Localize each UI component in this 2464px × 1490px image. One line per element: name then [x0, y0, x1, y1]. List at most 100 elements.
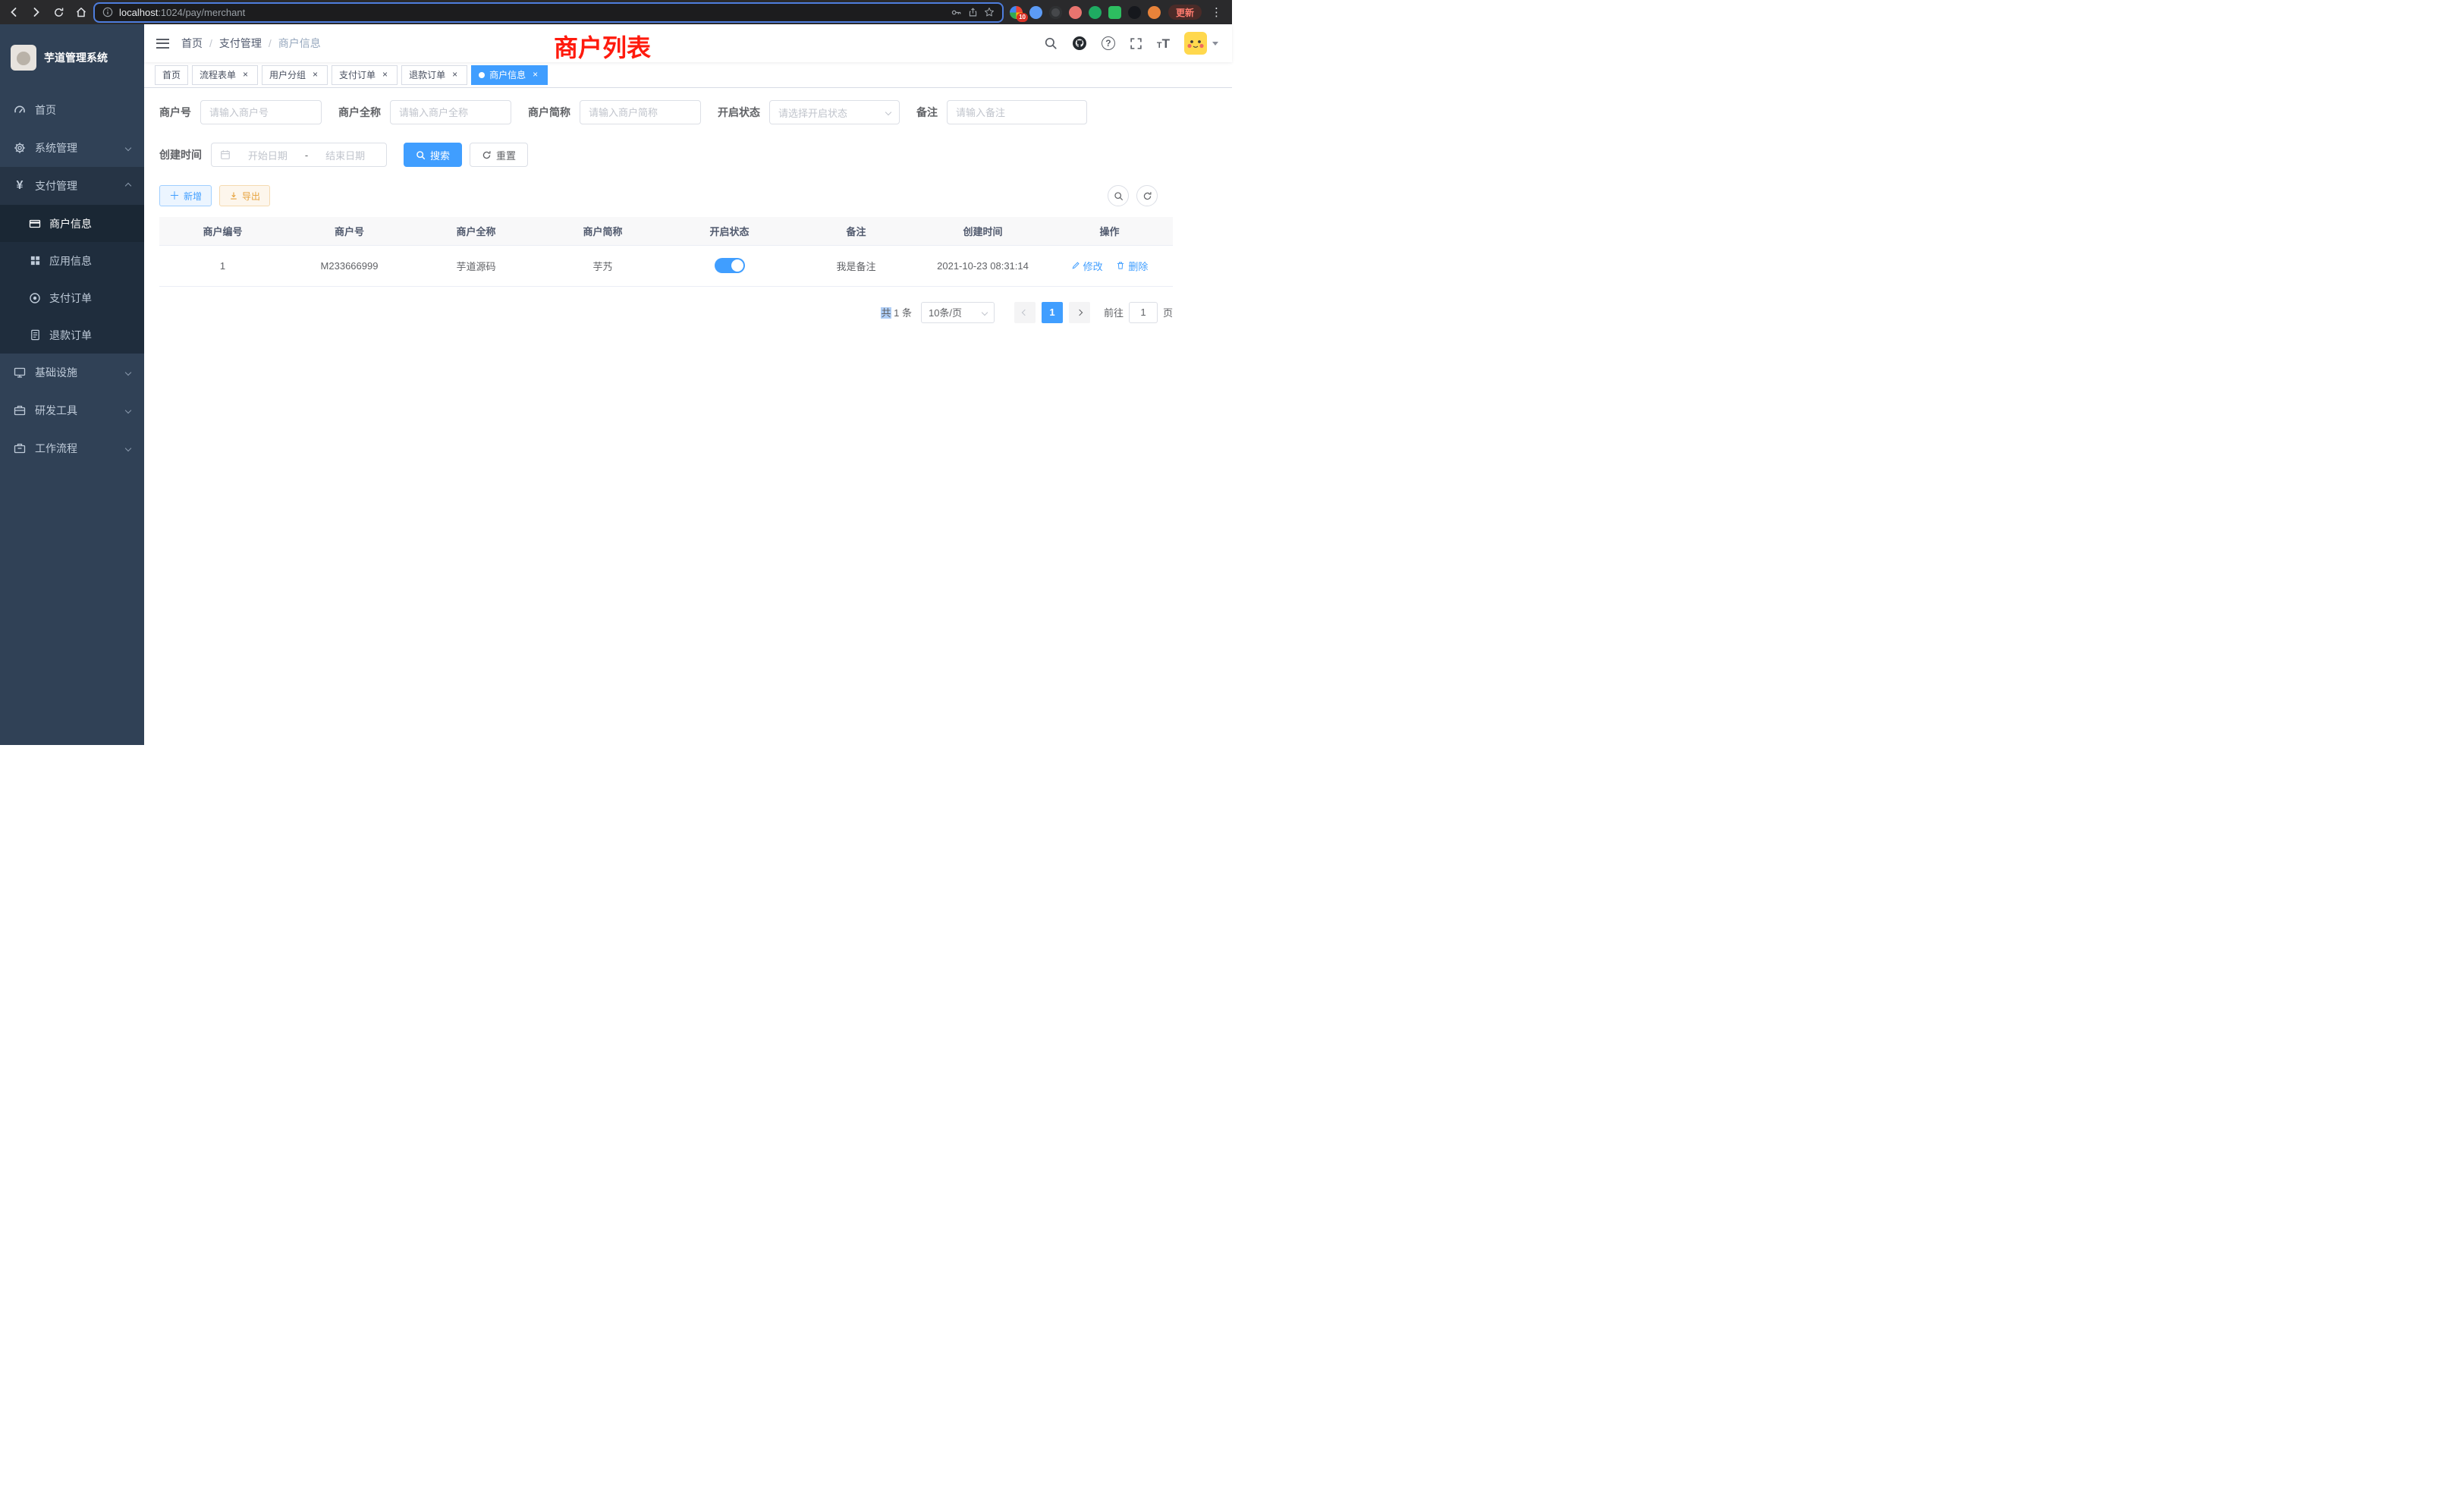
extension-icon[interactable]: [1069, 6, 1082, 19]
close-icon[interactable]: [310, 70, 320, 80]
sidebar-item-payment[interactable]: ¥ 支付管理: [0, 167, 144, 205]
breadcrumb-home[interactable]: 首页: [181, 36, 203, 51]
tab-merchant-info[interactable]: 商户信息: [471, 65, 548, 85]
page-size-select[interactable]: 10条/页: [921, 302, 995, 323]
github-icon[interactable]: [1072, 36, 1087, 51]
sidebar-item-label: 系统管理: [35, 140, 77, 156]
remark-field: [947, 100, 1087, 124]
extension-icon[interactable]: [1108, 6, 1121, 19]
close-icon[interactable]: [450, 70, 460, 80]
font-size-icon[interactable]: TT: [1157, 37, 1170, 50]
tab-home[interactable]: 首页: [155, 65, 188, 85]
site-info-icon[interactable]: [102, 7, 113, 17]
search-button[interactable]: 搜索: [404, 143, 462, 167]
status-toggle[interactable]: [715, 258, 745, 273]
extension-icon[interactable]: [1148, 6, 1161, 19]
goto-label: 前往: [1104, 305, 1124, 319]
sidebar-item-dev-tools[interactable]: 研发工具: [0, 391, 144, 429]
search-icon[interactable]: [1044, 36, 1058, 50]
remark-input[interactable]: [956, 107, 1078, 118]
page-size-value: 10条/页: [929, 305, 978, 319]
extension-icon[interactable]: [1029, 6, 1042, 19]
sidebar-item-app-info[interactable]: 应用信息: [0, 242, 144, 279]
sidebar-item-infrastructure[interactable]: 基础设施: [0, 354, 144, 391]
browser-update-button[interactable]: 更新: [1168, 5, 1202, 20]
status-select[interactable]: 请选择开启状态: [769, 100, 900, 124]
export-button[interactable]: 导出: [219, 185, 270, 206]
edit-link[interactable]: 修改: [1071, 259, 1103, 273]
refresh-button[interactable]: [1136, 185, 1158, 206]
sidebar-item-merchant-info[interactable]: 商户信息: [0, 205, 144, 242]
create-time-range-picker[interactable]: 开始日期 - 结束日期: [211, 143, 387, 167]
share-icon[interactable]: [968, 7, 978, 17]
add-button-label: 新增: [184, 190, 202, 203]
browser-forward-icon[interactable]: [30, 6, 42, 18]
sidebar-item-system[interactable]: 系统管理: [0, 129, 144, 167]
short-name-field: [580, 100, 701, 124]
browser-home-icon[interactable]: [75, 6, 87, 18]
cell-short-name: 芋艿: [539, 245, 666, 286]
short-name-input[interactable]: [589, 107, 692, 118]
chevron-down-icon: [125, 445, 131, 451]
sidebar-item-refund-order[interactable]: 退款订单: [0, 316, 144, 354]
bookmark-star-icon[interactable]: [984, 7, 995, 17]
full-name-input[interactable]: [399, 107, 502, 118]
prev-page-button[interactable]: [1014, 302, 1036, 323]
delete-link[interactable]: 删除: [1116, 259, 1148, 273]
sidebar-item-workflow[interactable]: 工作流程: [0, 429, 144, 467]
close-icon[interactable]: [240, 70, 250, 80]
fullscreen-icon[interactable]: [1130, 37, 1142, 50]
tab-process-form[interactable]: 流程表单: [192, 65, 258, 85]
pagination: 共 1 条 10条/页 1 前往 页: [159, 302, 1173, 323]
browser-back-icon[interactable]: [8, 6, 20, 18]
breadcrumb-current: 商户信息: [278, 36, 321, 51]
export-button-label: 导出: [242, 190, 260, 203]
end-date-placeholder: 结束日期: [313, 148, 378, 162]
tab-user-group[interactable]: 用户分组: [262, 65, 328, 85]
column-header: 商户简称: [539, 217, 666, 245]
breadcrumb-payment[interactable]: 支付管理: [219, 36, 262, 51]
chevron-down-icon: [885, 109, 891, 115]
sidebar-item-home[interactable]: 首页: [0, 91, 144, 129]
browser-reload-icon[interactable]: [53, 7, 64, 18]
user-menu[interactable]: [1184, 32, 1218, 55]
goto-page-input[interactable]: [1129, 302, 1158, 323]
logo-avatar: [11, 45, 36, 71]
next-page-button[interactable]: [1069, 302, 1090, 323]
extension-badge: 10: [1017, 13, 1028, 22]
record-icon: [29, 292, 41, 304]
cell-full-name: 芋道源码: [413, 245, 539, 286]
tab-pay-order[interactable]: 支付订单: [332, 65, 398, 85]
status-placeholder: 请选择开启状态: [778, 105, 882, 120]
merchant-no-input[interactable]: [209, 107, 313, 118]
start-date-placeholder: 开始日期: [235, 148, 300, 162]
collapse-menu-icon[interactable]: [144, 39, 181, 49]
column-header: 操作: [1046, 217, 1173, 245]
briefcase-icon: [14, 442, 26, 454]
browser-menu-icon[interactable]: ⋮: [1209, 5, 1224, 19]
toggle-search-button[interactable]: [1108, 185, 1129, 206]
page-1-button[interactable]: 1: [1042, 302, 1063, 323]
extension-icon[interactable]: [1049, 6, 1062, 19]
page-content: 商户号 商户全称 商户简称: [144, 88, 1232, 335]
chevron-down-icon: [125, 407, 131, 413]
cell-merchant-no: M233666999: [286, 245, 413, 286]
add-button[interactable]: ＋ 新增: [159, 185, 212, 206]
tab-refund-order[interactable]: 退款订单: [401, 65, 467, 85]
close-icon[interactable]: [530, 70, 540, 80]
total-count: 共 1 条: [881, 305, 911, 319]
yen-icon: ¥: [14, 180, 26, 192]
chevron-up-icon: [125, 183, 131, 189]
close-icon[interactable]: [380, 70, 390, 80]
extension-icon[interactable]: [1089, 6, 1102, 19]
sidebar-item-pay-order[interactable]: 支付订单: [0, 279, 144, 316]
extension-icon[interactable]: 10: [1010, 6, 1023, 19]
password-key-icon[interactable]: [951, 7, 962, 18]
help-icon[interactable]: ?: [1102, 36, 1115, 50]
remark-label: 备注: [916, 105, 938, 120]
extension-icon[interactable]: [1128, 6, 1141, 19]
column-header: 开启状态: [666, 217, 793, 245]
address-bar[interactable]: localhost:1024/pay/merchant: [95, 4, 1002, 21]
credit-card-icon: [29, 218, 41, 230]
reset-button[interactable]: 重置: [470, 143, 528, 167]
